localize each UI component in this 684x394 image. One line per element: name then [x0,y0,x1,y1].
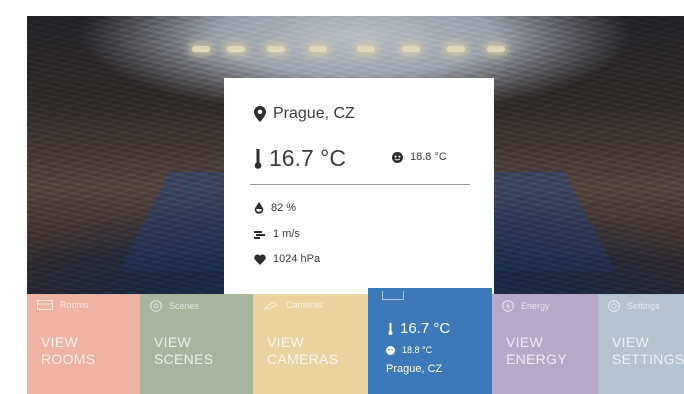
face-icon [392,151,403,163]
weather-tile-city: Prague, CZ [386,363,443,375]
rooms-icon [37,300,53,310]
feels-like-value: 18.8 °C [410,151,447,163]
temperature-value: 16.7 °C [269,145,346,171]
humidity-row: 82 % [254,202,296,214]
location-row: Prague, CZ [254,105,355,123]
wind-icon [254,230,266,239]
tile-energy-label: Energy [521,301,550,311]
view-rooms-text: VIEW ROOMS [41,334,96,367]
tile-scenes-label: Scenes [169,301,200,311]
view-scenes-text: VIEW SCENES [154,334,214,367]
feels-like-row: 18.8 °C [392,151,447,163]
tile-cameras[interactable]: Cameras VIEW CAMERAS [253,294,368,394]
tile-energy[interactable]: Energy VIEW ENERGY [492,294,598,394]
temperature-row: 16.7 °C [254,145,346,172]
wind-row: 1 m/s [254,228,300,240]
settings-icon [608,300,620,312]
thermometer-icon [388,322,393,335]
scenes-icon [150,300,162,312]
weather-tile-icon [382,291,404,300]
weather-tile-temperature: 16.7 °C [400,320,451,337]
humidity-drop-icon [254,202,264,214]
cameras-icon [263,300,279,310]
divider [250,184,470,185]
humidity-value: 82 % [271,202,297,214]
tile-scenes[interactable]: Scenes VIEW SCENES [140,294,253,394]
pressure-value: 1024 hPa [273,253,321,265]
face-icon [386,345,395,355]
weather-tile-feels-like: 18.8 °C [402,345,433,355]
wind-value: 1 m/s [273,228,300,240]
tile-rooms[interactable]: Rooms VIEW ROOMS [27,294,140,394]
tile-weather[interactable]: 16.7 °C 18.8 °C Prague, CZ [368,288,492,394]
energy-icon [502,300,514,312]
tile-settings-label: Settings [627,301,660,311]
heart-icon [254,254,266,265]
view-cameras-text: VIEW CAMERAS [267,334,339,367]
location-pin-icon [254,106,266,122]
thermometer-icon [254,148,262,169]
view-settings-text: VIEW SETTINGS [612,334,684,367]
tile-cameras-label: Cameras [286,300,323,310]
navigation-tiles: Rooms VIEW ROOMS Scenes VIEW SCENES Came… [27,288,684,394]
tile-rooms-label: Rooms [60,300,89,310]
pressure-row: 1024 hPa [254,253,320,265]
weather-card: Prague, CZ 16.7 °C 18.8 °C 82 % 1 m/s 10… [224,78,494,294]
view-energy-text: VIEW ENERGY [506,334,567,367]
tile-settings[interactable]: Settings VIEW SETTINGS [598,294,684,394]
location-text: Prague, CZ [273,105,355,122]
